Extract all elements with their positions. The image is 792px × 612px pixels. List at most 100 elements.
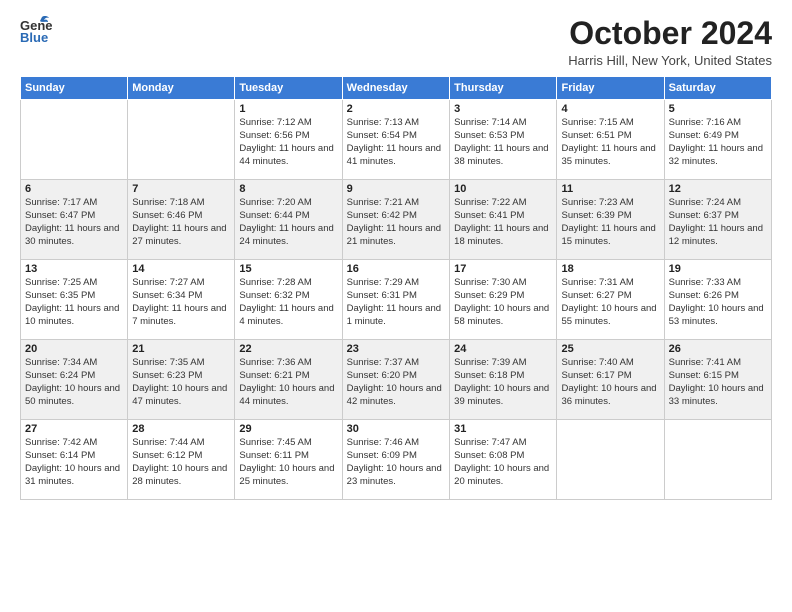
day-number: 20 (25, 343, 123, 355)
table-row: 27Sunrise: 7:42 AM Sunset: 6:14 PM Dayli… (21, 420, 128, 500)
day-detail: Sunrise: 7:36 AM Sunset: 6:21 PM Dayligh… (239, 357, 337, 408)
day-number: 21 (132, 343, 230, 355)
day-detail: Sunrise: 7:20 AM Sunset: 6:44 PM Dayligh… (239, 197, 337, 248)
table-row: 9Sunrise: 7:21 AM Sunset: 6:42 PM Daylig… (342, 180, 449, 260)
logo-icon: General Blue (20, 16, 52, 44)
day-detail: Sunrise: 7:17 AM Sunset: 6:47 PM Dayligh… (25, 197, 123, 248)
day-number: 15 (239, 263, 337, 275)
day-detail: Sunrise: 7:23 AM Sunset: 6:39 PM Dayligh… (561, 197, 659, 248)
table-row (557, 420, 664, 500)
day-detail: Sunrise: 7:47 AM Sunset: 6:08 PM Dayligh… (454, 437, 552, 488)
day-number: 19 (669, 263, 767, 275)
table-row: 30 Sunrise: 7:46 AM Sunset: 6:09 PM Dayli… (342, 420, 449, 500)
table-row (664, 420, 771, 500)
day-number: 12 (669, 183, 767, 195)
calendar-week-row: 6 Sunrise: 7:17 AM Sunset: 6:47 PM Daylig… (21, 180, 772, 260)
day-detail: Sunrise: 7:21 AM Sunset: 6:42 PM Dayligh… (347, 197, 445, 248)
day-detail: Sunrise: 7:14 AM Sunset: 6:53 PM Dayligh… (454, 117, 552, 168)
day-number: 2 (347, 103, 445, 115)
day-detail: Sunrise: 7:44 AM Sunset: 6:12 PM Dayligh… (132, 437, 230, 488)
day-number: 29 (239, 423, 337, 435)
col-friday: Friday (557, 77, 664, 100)
day-number: 4 (561, 103, 659, 115)
day-number: 6 (25, 183, 123, 195)
day-number: 1 (239, 103, 337, 115)
table-row: 10 Sunrise: 7:22 AM Sunset: 6:41 PM Dayli… (450, 180, 557, 260)
table-row: 17Sunrise: 7:30 AM Sunset: 6:29 PM Dayli… (450, 260, 557, 340)
table-row: 3Sunrise: 7:14 AM Sunset: 6:53 PM Daylig… (450, 100, 557, 180)
day-number: 5 (669, 103, 767, 115)
header: General Blue October 2024 Harris Hill, N… (20, 16, 772, 68)
table-row: 18Sunrise: 7:31 AM Sunset: 6:27 PM Dayli… (557, 260, 664, 340)
day-detail: Sunrise: 7:28 AM Sunset: 6:32 PM Dayligh… (239, 277, 337, 328)
table-row: 4 Sunrise: 7:15 AM Sunset: 6:51 PM Daylig… (557, 100, 664, 180)
calendar-week-row: 27Sunrise: 7:42 AM Sunset: 6:14 PM Dayli… (21, 420, 772, 500)
table-row: 31Sunrise: 7:47 AM Sunset: 6:08 PM Dayli… (450, 420, 557, 500)
day-detail: Sunrise: 7:16 AM Sunset: 6:49 PM Dayligh… (669, 117, 767, 168)
day-detail: Sunrise: 7:45 AM Sunset: 6:11 PM Dayligh… (239, 437, 337, 488)
day-detail: Sunrise: 7:12 AM Sunset: 6:56 PM Dayligh… (239, 117, 337, 168)
table-row: 22 Sunrise: 7:36 AM Sunset: 6:21 PM Dayli… (235, 340, 342, 420)
calendar-week-row: 20Sunrise: 7:34 AM Sunset: 6:24 PM Dayli… (21, 340, 772, 420)
table-row (128, 100, 235, 180)
header-row: Sunday Monday Tuesday Wednesday Thursday… (21, 77, 772, 100)
col-thursday: Thursday (450, 77, 557, 100)
table-row: 25 Sunrise: 7:40 AM Sunset: 6:17 PM Dayli… (557, 340, 664, 420)
table-row: 5 Sunrise: 7:16 AM Sunset: 6:49 PM Daylig… (664, 100, 771, 180)
table-row: 23 Sunrise: 7:37 AM Sunset: 6:20 PM Dayli… (342, 340, 449, 420)
day-number: 17 (454, 263, 552, 275)
day-detail: Sunrise: 7:27 AM Sunset: 6:34 PM Dayligh… (132, 277, 230, 328)
day-number: 26 (669, 343, 767, 355)
day-number: 22 (239, 343, 337, 355)
day-number: 10 (454, 183, 552, 195)
col-tuesday: Tuesday (235, 77, 342, 100)
table-row: 14 Sunrise: 7:27 AM Sunset: 6:34 PM Dayli… (128, 260, 235, 340)
day-detail: Sunrise: 7:41 AM Sunset: 6:15 PM Dayligh… (669, 357, 767, 408)
day-detail: Sunrise: 7:29 AM Sunset: 6:31 PM Dayligh… (347, 277, 445, 328)
table-row: 20Sunrise: 7:34 AM Sunset: 6:24 PM Dayli… (21, 340, 128, 420)
day-number: 23 (347, 343, 445, 355)
table-row: 28 Sunrise: 7:44 AM Sunset: 6:12 PM Dayli… (128, 420, 235, 500)
day-detail: Sunrise: 7:18 AM Sunset: 6:46 PM Dayligh… (132, 197, 230, 248)
day-number: 28 (132, 423, 230, 435)
table-row: 11Sunrise: 7:23 AM Sunset: 6:39 PM Dayli… (557, 180, 664, 260)
table-row (21, 100, 128, 180)
month-title: October 2024 (568, 16, 772, 51)
page: General Blue October 2024 Harris Hill, N… (0, 0, 792, 612)
table-row: 29 Sunrise: 7:45 AM Sunset: 6:11 PM Dayli… (235, 420, 342, 500)
day-detail: Sunrise: 7:13 AM Sunset: 6:54 PM Dayligh… (347, 117, 445, 168)
day-number: 30 (347, 423, 445, 435)
day-detail: Sunrise: 7:37 AM Sunset: 6:20 PM Dayligh… (347, 357, 445, 408)
location: Harris Hill, New York, United States (568, 53, 772, 68)
table-row: 13Sunrise: 7:25 AM Sunset: 6:35 PM Dayli… (21, 260, 128, 340)
day-number: 16 (347, 263, 445, 275)
col-monday: Monday (128, 77, 235, 100)
table-row: 19 Sunrise: 7:33 AM Sunset: 6:26 PM Dayli… (664, 260, 771, 340)
day-number: 25 (561, 343, 659, 355)
table-row: 16 Sunrise: 7:29 AM Sunset: 6:31 PM Dayli… (342, 260, 449, 340)
day-detail: Sunrise: 7:46 AM Sunset: 6:09 PM Dayligh… (347, 437, 445, 488)
table-row: 26 Sunrise: 7:41 AM Sunset: 6:15 PM Dayli… (664, 340, 771, 420)
title-section: October 2024 Harris Hill, New York, Unit… (568, 16, 772, 68)
table-row: 8 Sunrise: 7:20 AM Sunset: 6:44 PM Daylig… (235, 180, 342, 260)
col-wednesday: Wednesday (342, 77, 449, 100)
svg-text:Blue: Blue (20, 30, 48, 44)
logo: General Blue (20, 16, 52, 44)
day-number: 14 (132, 263, 230, 275)
day-detail: Sunrise: 7:40 AM Sunset: 6:17 PM Dayligh… (561, 357, 659, 408)
table-row: 12 Sunrise: 7:24 AM Sunset: 6:37 PM Dayli… (664, 180, 771, 260)
day-detail: Sunrise: 7:39 AM Sunset: 6:18 PM Dayligh… (454, 357, 552, 408)
table-row: 21 Sunrise: 7:35 AM Sunset: 6:23 PM Dayli… (128, 340, 235, 420)
col-saturday: Saturday (664, 77, 771, 100)
table-row: 2 Sunrise: 7:13 AM Sunset: 6:54 PM Daylig… (342, 100, 449, 180)
day-detail: Sunrise: 7:22 AM Sunset: 6:41 PM Dayligh… (454, 197, 552, 248)
day-detail: Sunrise: 7:15 AM Sunset: 6:51 PM Dayligh… (561, 117, 659, 168)
day-detail: Sunrise: 7:24 AM Sunset: 6:37 PM Dayligh… (669, 197, 767, 248)
day-number: 7 (132, 183, 230, 195)
day-detail: Sunrise: 7:33 AM Sunset: 6:26 PM Dayligh… (669, 277, 767, 328)
day-detail: Sunrise: 7:35 AM Sunset: 6:23 PM Dayligh… (132, 357, 230, 408)
day-number: 18 (561, 263, 659, 275)
day-number: 8 (239, 183, 337, 195)
day-detail: Sunrise: 7:25 AM Sunset: 6:35 PM Dayligh… (25, 277, 123, 328)
table-row: 15 Sunrise: 7:28 AM Sunset: 6:32 PM Dayli… (235, 260, 342, 340)
